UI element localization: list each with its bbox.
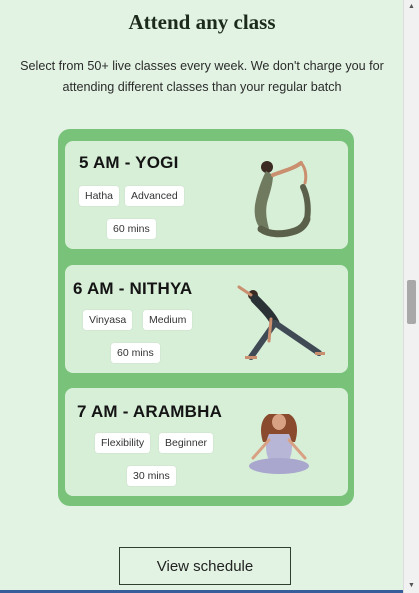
class-title: 5 AM - YOGI (79, 153, 179, 172)
class-tag: Medium (143, 310, 193, 330)
vertical-scrollbar[interactable]: ▲ ▼ (403, 0, 419, 593)
class-tag: Vinyasa (83, 310, 133, 330)
yoga-lotus-meditation-icon (249, 414, 309, 474)
class-title: 7 AM - ARAMBHA (77, 402, 223, 421)
class-duration: 60 mins (111, 343, 160, 363)
scrollbar-thumb[interactable] (407, 280, 416, 324)
class-duration: 60 mins (107, 219, 156, 239)
page: Attend any class Select from 50+ live cl… (0, 0, 404, 593)
class-card-yogi[interactable]: 5 AM - YOGI Hatha Advanced 60 mins (65, 141, 348, 249)
class-duration: 30 mins (127, 466, 176, 486)
class-card-nithya[interactable]: 6 AM - NITHYA Vinyasa Medium 60 mins (65, 265, 348, 373)
class-tag: Advanced (125, 186, 184, 206)
yoga-triangle-pose-icon (237, 285, 325, 360)
class-tag: Hatha (79, 186, 120, 206)
scroll-up-arrow-icon[interactable]: ▲ (404, 0, 419, 14)
class-tag: Flexibility (95, 433, 151, 453)
class-title: 6 AM - NITHYA (73, 279, 193, 298)
section-subtitle: Select from 50+ live classes every week.… (20, 59, 384, 94)
section-title: Attend any class (128, 10, 276, 34)
class-schedule-panel: 5 AM - YOGI Hatha Advanced 60 mins 6 AM … (58, 129, 354, 506)
class-tag: Beginner (159, 433, 214, 453)
view-schedule-button[interactable]: View schedule (119, 547, 291, 585)
scroll-down-arrow-icon[interactable]: ▼ (404, 579, 419, 593)
yoga-backbend-pose-icon (254, 161, 311, 238)
class-card-arambha[interactable]: 7 AM - ARAMBHA Flexibility Beginner 30 m… (65, 388, 348, 496)
